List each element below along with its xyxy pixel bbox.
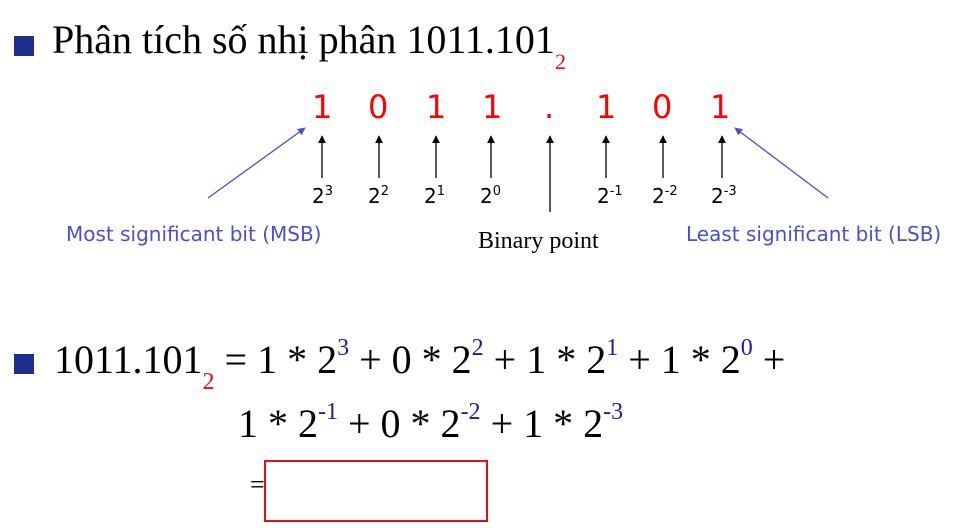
equation-line-2: 1 * 2-1 + 0 * 2-2 + 1 * 2-3 — [238, 399, 624, 446]
equals-sign: = — [250, 470, 265, 499]
arrow-msb — [207, 127, 306, 199]
power-label: 22 — [368, 184, 390, 208]
msb-label: Most significant bit (MSB) — [66, 222, 322, 246]
power-label: 2-1 — [597, 184, 623, 208]
power-label: 2-2 — [652, 184, 678, 208]
power-label: 2-3 — [711, 184, 737, 208]
arrow-lsb — [734, 127, 829, 199]
binary-point-label: Binary point — [478, 228, 599, 254]
equation-line-1: 1011.1012 = 1 * 23 + 0 * 22 + 1 * 21 + 1… — [54, 335, 786, 395]
lsb-label: Least significant bit (LSB) — [686, 222, 942, 246]
equation-bullet — [14, 354, 34, 374]
power-label: 23 — [312, 184, 334, 208]
power-label: 20 — [480, 184, 502, 208]
power-label: 21 — [424, 184, 446, 208]
equation-lhs-subscript: 2 — [202, 369, 215, 395]
arrows-diagram — [207, 127, 829, 212]
answer-box[interactable] — [264, 460, 488, 522]
equation-lhs: 1011.101 — [54, 337, 203, 382]
